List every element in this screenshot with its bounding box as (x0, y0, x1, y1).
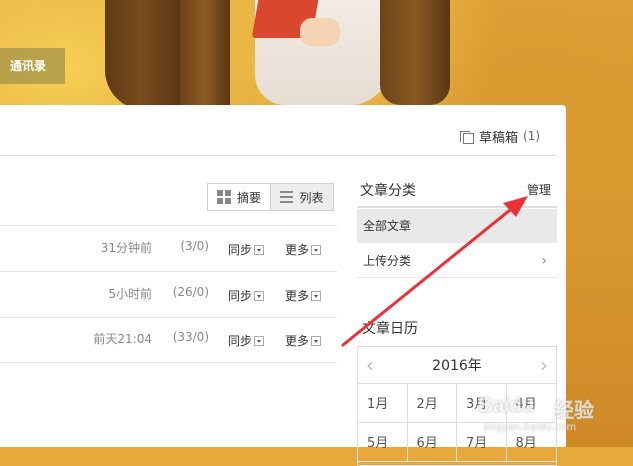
nav-contacts[interactable]: 通讯录 (0, 48, 65, 84)
calendar-title: 文章日历 (362, 321, 418, 337)
grid-icon (216, 190, 231, 204)
category-label: 上传分类 (363, 254, 412, 268)
drafts-label: 草稿箱 (479, 130, 519, 146)
article-time: 前天21:04 (93, 332, 152, 346)
article-row[interactable]: 前天21:04 (33/0) 同步 更多 (0, 317, 337, 363)
chevron-down-icon (311, 244, 322, 255)
calendar-month[interactable]: 2月 (407, 384, 457, 423)
article-row[interactable]: 31分钟前 (3/0) 同步 更多 (0, 226, 337, 272)
manage-categories-link[interactable]: 管理 (527, 181, 551, 198)
more-dropdown[interactable]: 更多 (285, 241, 322, 258)
chevron-down-icon (311, 335, 322, 346)
calendar-header: ‹ 2016年 › (358, 347, 556, 384)
chevron-right-icon[interactable]: › (532, 347, 556, 383)
drafts-count: (1) (523, 129, 541, 143)
calendar-month[interactable]: 5月 (358, 423, 408, 462)
article-row[interactable]: 5小时前 (26/0) 同步 更多 (0, 272, 337, 318)
list-icon (280, 191, 294, 203)
sync-label: 同步 (228, 243, 253, 257)
chevron-left-icon[interactable]: ‹ (358, 347, 382, 383)
drafts-icon (460, 129, 474, 144)
divider (0, 155, 556, 156)
category-all-articles[interactable]: 全部文章 (357, 209, 557, 243)
drafts-link[interactable]: 草稿箱 (1) (460, 127, 541, 146)
divider (357, 206, 557, 208)
tree-trunk (380, 0, 450, 105)
watermark: Baidu 经验 jingyan.baidu.com (470, 382, 605, 442)
article-count: (3/0) (180, 239, 209, 253)
list-view-label: 列表 (299, 190, 324, 205)
summary-view-label: 摘要 (236, 190, 261, 205)
watermark-brand: Baidu (478, 394, 534, 417)
banner-hand (300, 18, 340, 46)
category-upload[interactable]: 上传分类 › (357, 244, 557, 278)
article-time: 5小时前 (108, 287, 152, 301)
sync-label: 同步 (228, 289, 253, 303)
sync-dropdown[interactable]: 同步 (228, 332, 265, 349)
article-time: 31分钟前 (100, 241, 152, 255)
chevron-right-icon: › (541, 253, 547, 269)
watermark-suffix: 经验 (554, 398, 594, 422)
article-count: (26/0) (172, 285, 209, 299)
chevron-down-icon (254, 244, 265, 255)
article-count: (33/0) (172, 330, 209, 344)
sync-dropdown[interactable]: 同步 (228, 287, 265, 304)
list-view-button[interactable]: 列表 (270, 184, 333, 210)
calendar-year: 2016年 (432, 358, 482, 374)
more-label: 更多 (285, 289, 310, 303)
category-title: 文章分类 (360, 183, 416, 199)
calendar-month[interactable]: 1月 (358, 384, 408, 423)
watermark-url: jingyan.baidu.com (484, 422, 577, 433)
chevron-down-icon (254, 290, 265, 301)
view-toggle: 摘要 列表 (207, 183, 334, 211)
tree-trunk (180, 0, 230, 105)
calendar-month[interactable]: 6月 (407, 423, 457, 462)
sync-label: 同步 (228, 334, 253, 348)
more-dropdown[interactable]: 更多 (285, 287, 322, 304)
more-label: 更多 (285, 243, 310, 257)
more-label: 更多 (285, 334, 310, 348)
summary-view-button[interactable]: 摘要 (208, 184, 270, 210)
chevron-down-icon (254, 335, 265, 346)
more-dropdown[interactable]: 更多 (285, 332, 322, 349)
sync-dropdown[interactable]: 同步 (228, 241, 265, 258)
chevron-down-icon (311, 290, 322, 301)
